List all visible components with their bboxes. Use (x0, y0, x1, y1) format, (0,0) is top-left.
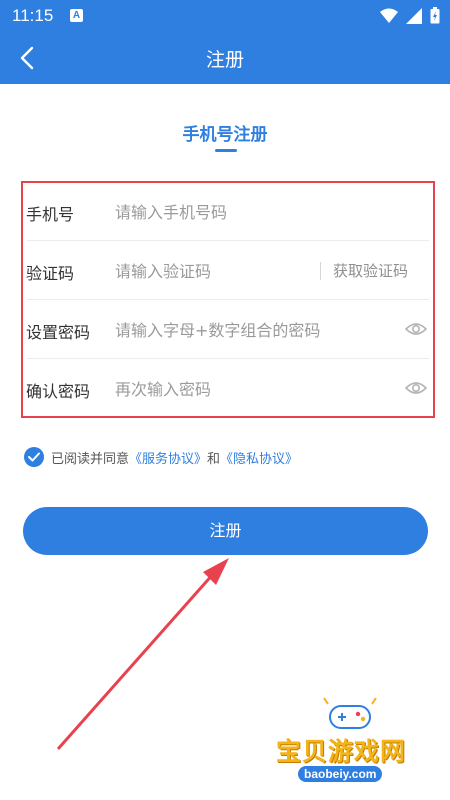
phone-label: 手机号 (26, 205, 75, 224)
password-label: 设置密码 (26, 323, 91, 342)
phone-row: 手机号 (23, 183, 433, 241)
get-code-button[interactable]: 获取验证码 (333, 260, 408, 281)
watermark-title: 宝贝游戏网 (276, 737, 407, 766)
tab-underline (215, 149, 237, 152)
phone-input[interactable] (115, 199, 335, 225)
page-title: 注册 (205, 49, 244, 71)
eye-icon[interactable] (405, 379, 427, 397)
gamepad-icon (323, 697, 377, 729)
notification-icon: A (70, 9, 83, 22)
confirm-label: 确认密码 (26, 382, 91, 401)
service-agreement-link[interactable]: 《服务协议》 (129, 452, 207, 467)
agreement-and: 和 (207, 452, 221, 467)
eye-icon[interactable] (405, 320, 427, 338)
password-input[interactable] (115, 317, 405, 343)
status-icons (380, 7, 440, 24)
tab-phone-register[interactable]: 手机号注册 (0, 120, 450, 145)
code-separator (320, 262, 321, 280)
register-form: 手机号 验证码 获取验证码 设置密码 确认密码 (21, 181, 435, 418)
code-label: 验证码 (26, 264, 75, 283)
battery-icon (430, 7, 440, 24)
agreement-prefix: 已阅读并同意 (51, 452, 130, 467)
confirm-input[interactable] (115, 376, 335, 402)
status-time: 11:15 (12, 6, 54, 25)
status-bar: 11:15 A (0, 0, 450, 32)
divider (27, 299, 429, 300)
signal-icon (406, 7, 422, 24)
nav-bar: 注册 (0, 32, 450, 84)
divider (27, 240, 429, 241)
code-input[interactable] (115, 258, 335, 284)
watermark-logo: 宝贝游戏网 baobeiy.com (272, 696, 444, 792)
divider (27, 358, 429, 359)
register-button[interactable]: 注册 (23, 507, 428, 555)
agreement-text: 已阅读并同意《服务协议》和《隐私协议》 (51, 448, 298, 467)
confirm-row: 确认密码 (23, 360, 433, 418)
code-row: 验证码 获取验证码 (23, 242, 433, 300)
privacy-agreement-link[interactable]: 《隐私协议》 (220, 452, 298, 467)
wifi-icon (380, 8, 398, 23)
checkbox-checked-icon[interactable] (24, 447, 44, 467)
password-row: 设置密码 (23, 301, 433, 359)
watermark-site: baobeiy.com (298, 766, 383, 782)
